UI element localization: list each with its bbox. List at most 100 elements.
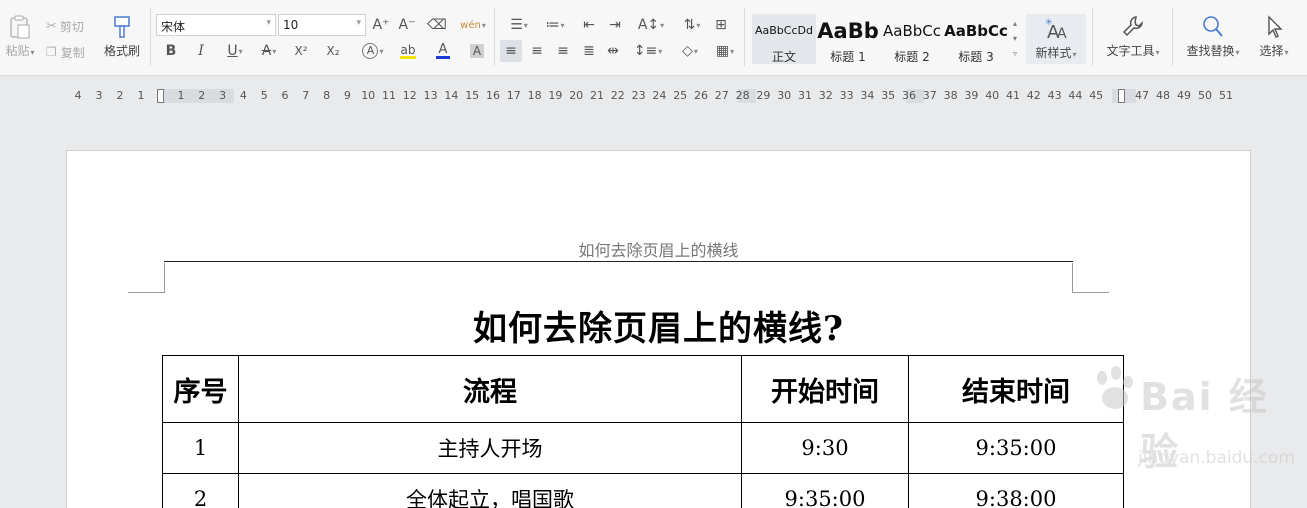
ruler-tick-label: 4 — [239, 89, 247, 102]
table-cell[interactable]: 全体起立，唱国歌 — [238, 473, 742, 508]
table-cell[interactable]: 1 — [162, 422, 239, 474]
table-header-cell[interactable]: 结束时间 — [908, 355, 1124, 423]
ruler-tick-label: 32 — [818, 89, 833, 102]
table-header-cell[interactable]: 序号 — [162, 355, 239, 423]
ruler-tick-label: 28 — [735, 89, 750, 102]
ruler-tick-label: 23 — [631, 89, 646, 102]
copy-button[interactable]: ❐ 复制 — [46, 43, 85, 61]
highlight-button[interactable]: ab — [392, 40, 424, 62]
grow-font-button[interactable]: A⁺ — [370, 14, 392, 36]
header-border-line — [164, 261, 1073, 262]
table-header-cell[interactable]: 开始时间 — [741, 355, 909, 423]
document-title[interactable]: 如何去除页眉上的横线? — [67, 301, 1250, 350]
crop-mark — [128, 263, 165, 293]
style-heading-2[interactable]: AaBbCc 标题 2 — [880, 14, 944, 64]
shading-button[interactable]: ◇ ▾ — [674, 40, 706, 62]
table-cell[interactable]: 2 — [162, 473, 239, 508]
clipboard-icon — [10, 15, 30, 39]
styles-scroll[interactable]: ▴ ▾ ▿ — [1009, 16, 1021, 62]
style-sample: AaBbCcDd — [755, 24, 813, 37]
cut-button[interactable]: ✂ 剪切 — [46, 17, 84, 35]
left-indent-marker[interactable] — [157, 89, 164, 103]
ruler-tick-label: 33 — [839, 89, 854, 102]
paste-button[interactable]: 粘贴▾ — [2, 14, 38, 66]
ruler-tick-label: 22 — [610, 89, 625, 102]
style-heading-3[interactable]: AaBbCc 标题 3 — [944, 14, 1008, 64]
char-shading-button[interactable]: A — [466, 40, 488, 62]
ruler-tick-label: 10 — [361, 89, 376, 102]
shrink-font-button[interactable]: A⁻ — [396, 14, 418, 36]
font-size-value: 10 — [283, 18, 299, 32]
style-normal[interactable]: AaBbCcDd 正文 — [752, 14, 816, 64]
search-icon — [1203, 16, 1223, 37]
superscript-button[interactable]: X² — [290, 40, 312, 62]
table-cell[interactable]: 主持人开场 — [238, 422, 742, 474]
line-spacing-button[interactable]: ↕≡ ▾ — [632, 40, 664, 62]
format-painter-button[interactable]: 格式刷 — [100, 14, 144, 66]
subscript-button[interactable]: X₂ — [322, 40, 344, 62]
document-page[interactable]: 如何去除页眉上的横线 如何去除页眉上的横线? 序号 流程 开始时间 结束时间 1… — [66, 150, 1251, 508]
table-row: 2 全体起立，唱国歌 9:35:00 9:38:00 — [162, 473, 1124, 508]
numbered-list-button[interactable]: ≔ ▾ — [538, 14, 572, 36]
ruler-tick-label: 3 — [219, 89, 227, 102]
distribute-button[interactable]: ⇹ — [602, 40, 624, 62]
align-right-button[interactable]: ≡ — [552, 40, 574, 62]
table-cell[interactable]: 9:35:00 — [741, 473, 909, 508]
ruler-tick-label: 38 — [943, 89, 958, 102]
align-left-button[interactable]: ≡ — [500, 40, 522, 62]
font-name-select[interactable]: 宋体 ▾ — [156, 14, 276, 36]
increase-indent-button[interactable]: ⇥ — [604, 14, 626, 36]
new-style-button[interactable]: A A ✳ 新样式▾ — [1026, 14, 1086, 64]
bullet-list-button[interactable]: ☰ ▾ — [502, 14, 536, 36]
ruler-tick-label: 37 — [922, 89, 937, 102]
table-cell[interactable]: 9:35:00 — [908, 422, 1124, 474]
line-spacing-adjust-button[interactable]: ⇅ ▾ — [676, 14, 708, 36]
text-tools-button[interactable]: 文字工具▾ — [1100, 14, 1166, 66]
table-header-cell[interactable]: 流程 — [238, 355, 742, 423]
select-label: 选择 — [1259, 44, 1284, 58]
phonetic-guide-button[interactable]: wén ▾ — [456, 14, 490, 36]
chevron-down-icon: ▾ — [356, 18, 361, 28]
cut-label: 剪切 — [59, 19, 84, 34]
font-size-select[interactable]: 10 ▾ — [278, 14, 366, 36]
ruler-tick-label: 45 — [1089, 89, 1104, 102]
ruler-tick-label: 48 — [1156, 89, 1170, 102]
ruler-tick-label: 2 — [198, 89, 206, 102]
ruler-tick-label: 5 — [260, 89, 268, 102]
find-replace-button[interactable]: 查找替换▾ — [1180, 14, 1246, 66]
ruler-tick-label: 39 — [964, 89, 979, 102]
table-cell[interactable]: 9:38:00 — [908, 473, 1124, 508]
horizontal-ruler[interactable]: 4 3 2 1 1 2 3 4 5 6 7 8 9 10 11 12 13 14 15 16 17 18 19 20 21 22 2… — [0, 87, 1307, 105]
text-direction-button[interactable]: A↕ ▾ — [634, 14, 668, 36]
font-color-button[interactable]: A — [428, 40, 458, 62]
schedule-table: 序号 流程 开始时间 结束时间 1 主持人开场 9:30 9:35:00 2 全… — [162, 355, 1124, 508]
italic-icon: I — [198, 43, 204, 59]
table-cell[interactable]: 9:30 — [741, 422, 909, 474]
underline-button[interactable]: U ▾ — [220, 40, 250, 62]
format-painter-icon — [114, 16, 130, 38]
page-header-text[interactable]: 如何去除页眉上的横线 — [67, 237, 1250, 261]
char-shading-icon: A — [469, 44, 485, 58]
borders-button[interactable]: ▦ ▾ — [710, 40, 740, 62]
superscript-icon: X² — [294, 44, 308, 58]
italic-button[interactable]: I — [190, 40, 212, 62]
clear-format-button[interactable]: ⌫ — [426, 14, 448, 36]
select-button[interactable]: 选择▾ — [1252, 14, 1296, 66]
ruler-tick-label: 47 — [1135, 89, 1149, 102]
decrease-indent-button[interactable]: ⇤ — [578, 14, 600, 36]
ruler-tick-label: 17 — [506, 89, 521, 102]
right-indent-marker[interactable] — [1118, 89, 1125, 103]
style-heading-1[interactable]: AaBb 标题 1 — [816, 14, 880, 64]
ruler-tick-label: 40 — [985, 89, 1000, 102]
ruler-tick-label: 27 — [714, 89, 729, 102]
align-center-button[interactable]: ≡ — [526, 40, 548, 62]
ruler-tick-label: 35 — [881, 89, 896, 102]
shrink-font-icon: A⁻ — [398, 17, 416, 33]
text-effect-button[interactable]: A ▾ — [358, 40, 388, 62]
show-marks-button[interactable]: ⊞ — [710, 14, 732, 36]
strikethrough-button[interactable]: A ▾ — [254, 40, 284, 62]
bold-button[interactable]: B — [160, 40, 182, 62]
copy-icon: ❐ — [46, 45, 57, 59]
svg-text:✳: ✳ — [1045, 18, 1053, 28]
justify-button[interactable]: ≣ — [578, 40, 600, 62]
